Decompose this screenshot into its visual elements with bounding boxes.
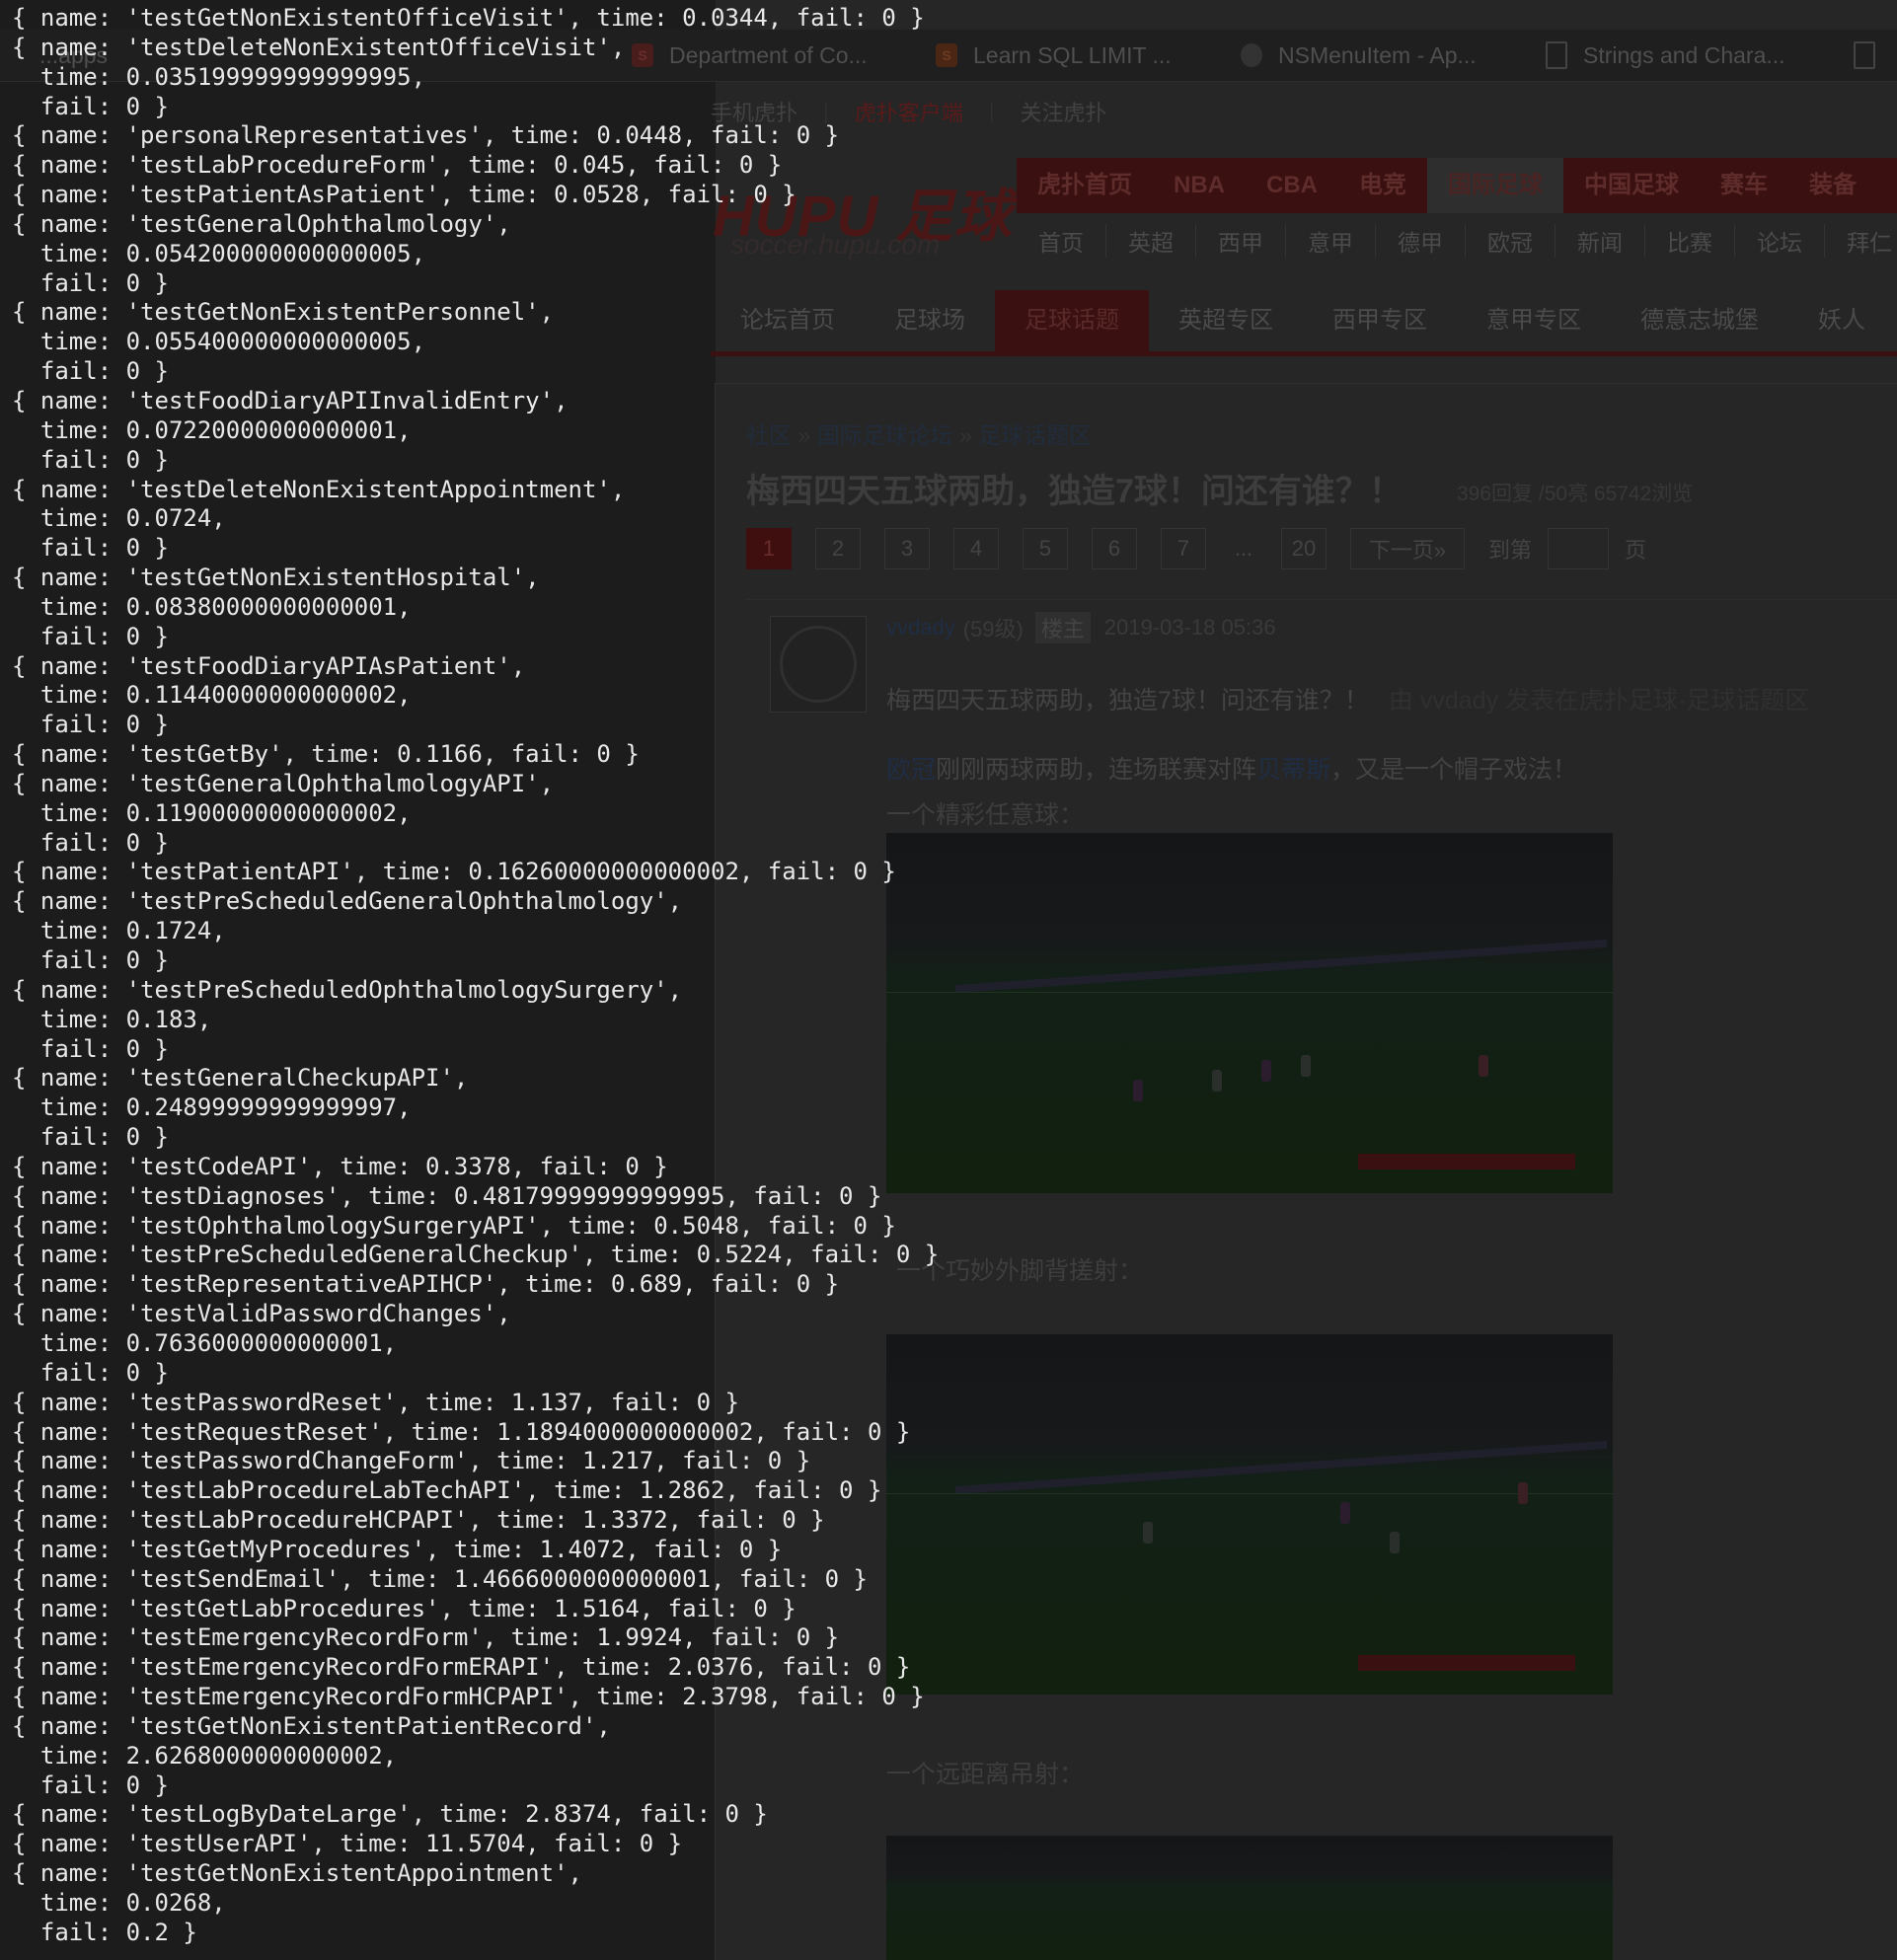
terminal-line: { name: 'testPatientAPI', time: 0.162600… xyxy=(12,858,896,886)
terminal-line: { name: 'testLogByDateLarge', time: 2.83… xyxy=(12,1800,768,1829)
terminal-line: { name: 'testFoodDiaryAPIInvalidEntry', xyxy=(12,386,569,415)
terminal-line: { name: 'testPatientAsPatient', time: 0.… xyxy=(12,181,797,209)
terminal-line: { name: 'testValidPasswordChanges', xyxy=(12,1300,511,1328)
terminal-line: time: 0.1724, xyxy=(12,917,226,945)
terminal-line: time: 0.7636000000000001, xyxy=(12,1328,398,1357)
terminal-line: fail: 0 } xyxy=(12,92,169,120)
terminal-line: { name: 'testPreScheduledGeneralOphthalm… xyxy=(12,887,683,916)
terminal-line: { name: 'testEmergencyRecordForm', time:… xyxy=(12,1623,840,1652)
terminal-line: time: 0.08380000000000001, xyxy=(12,592,412,621)
terminal-line: time: 0.054200000000000005, xyxy=(12,239,426,267)
terminal-line: fail: 0 } xyxy=(12,1123,169,1152)
terminal-line: { name: 'testPasswordReset', time: 1.137… xyxy=(12,1388,739,1416)
terminal-line: { name: 'testOphthalmologySurgeryAPI', t… xyxy=(12,1211,896,1240)
terminal-line: fail: 0 } xyxy=(12,711,169,739)
terminal-line: fail: 0.2 } xyxy=(12,1918,197,1946)
terminal-line: { name: 'testDiagnoses', time: 0.4817999… xyxy=(12,1181,882,1210)
terminal-line: { name: 'testGetBy', time: 0.1166, fail:… xyxy=(12,740,640,769)
terminal-line: time: 0.183, xyxy=(12,1005,212,1033)
terminal-line: { name: 'testRequestReset', time: 1.1894… xyxy=(12,1417,911,1446)
terminal-line: { name: 'testLabProcedureForm', time: 0.… xyxy=(12,151,783,180)
terminal-line: { name: 'testCodeAPI', time: 0.3378, fai… xyxy=(12,1152,668,1180)
terminal-line: { name: 'testGetNonExistentPatientRecord… xyxy=(12,1711,611,1740)
terminal-line: fail: 0 } xyxy=(12,1771,169,1799)
terminal-line: time: 0.07220000000000001, xyxy=(12,415,412,444)
terminal-line: { name: 'testUserAPI', time: 11.5704, fa… xyxy=(12,1830,683,1858)
terminal-line: fail: 0 } xyxy=(12,622,169,650)
terminal-line: { name: 'testGeneralOphthalmology', xyxy=(12,209,511,238)
terminal-line: time: 0.035199999999999995, xyxy=(12,62,426,91)
terminal-line: { name: 'testGetLabProcedures', time: 1.… xyxy=(12,1594,797,1622)
terminal-line: fail: 0 } xyxy=(12,357,169,386)
terminal-line: { name: 'testFoodDiaryAPIAsPatient', xyxy=(12,651,526,680)
terminal-line: time: 0.0724, xyxy=(12,504,226,533)
terminal-line: fail: 0 } xyxy=(12,1034,169,1063)
terminal-line: { name: 'testGetNonExistentAppointment', xyxy=(12,1859,582,1888)
terminal-line: { name: 'testGeneralOphthalmologyAPI', xyxy=(12,769,555,797)
terminal-line: { name: 'testGetNonExistentPersonnel', xyxy=(12,298,555,327)
terminal-line: { name: 'testGetNonExistentOfficeVisit',… xyxy=(12,4,925,32)
terminal-line: { name: 'testRepresentativeAPIHCP', time… xyxy=(12,1270,840,1299)
terminal-line: { name: 'testEmergencyRecordFormERAPI', … xyxy=(12,1653,911,1682)
terminal-line: fail: 0 } xyxy=(12,268,169,297)
terminal-line: time: 0.0268, xyxy=(12,1889,226,1917)
terminal-line: fail: 0 } xyxy=(12,534,169,563)
terminal-line: { name: 'testPreScheduledOphthalmologySu… xyxy=(12,975,683,1004)
terminal-line: { name: 'personalRepresentatives', time:… xyxy=(12,121,840,150)
terminal-line: time: 0.24899999999999997, xyxy=(12,1093,412,1122)
terminal-line: time: 0.11440000000000002, xyxy=(12,681,412,710)
terminal-line: { name: 'testGetMyProcedures', time: 1.4… xyxy=(12,1535,783,1563)
terminal-line: { name: 'testLabProcedureHCPAPI', time: … xyxy=(12,1506,825,1535)
terminal-line: { name: 'testPasswordChangeForm', time: … xyxy=(12,1447,811,1475)
terminal-line: fail: 0 } xyxy=(12,828,169,857)
terminal-line: time: 2.6268000000000002, xyxy=(12,1741,398,1770)
terminal-line: { name: 'testDeleteNonExistentAppointmen… xyxy=(12,475,626,503)
terminal-line: fail: 0 } xyxy=(12,1358,169,1387)
terminal-line: { name: 'testDeleteNonExistentOfficeVisi… xyxy=(12,33,626,61)
terminal-line: { name: 'testLabProcedureLabTechAPI', ti… xyxy=(12,1476,882,1505)
terminal-line: { name: 'testEmergencyRecordFormHCPAPI',… xyxy=(12,1683,925,1711)
terminal-output[interactable]: { name: 'testGetNonExistentOfficeVisit',… xyxy=(0,0,1897,1960)
terminal-line: { name: 'testGeneralCheckupAPI', xyxy=(12,1064,469,1093)
terminal-line: fail: 0 } xyxy=(12,445,169,474)
terminal-line: { name: 'testSendEmail', time: 1.4666000… xyxy=(12,1564,868,1593)
terminal-line: time: 0.055400000000000005, xyxy=(12,328,426,356)
terminal-line: fail: 0 } xyxy=(12,946,169,974)
terminal-line: time: 0.11900000000000002, xyxy=(12,798,412,827)
terminal-line: { name: 'testGetNonExistentHospital', xyxy=(12,564,540,592)
terminal-line: { name: 'testPreScheduledGeneralCheckup'… xyxy=(12,1241,940,1269)
